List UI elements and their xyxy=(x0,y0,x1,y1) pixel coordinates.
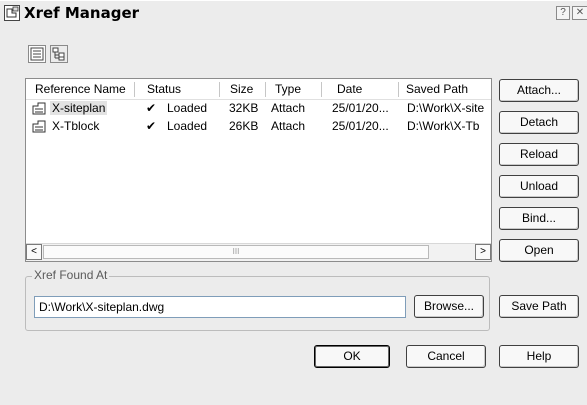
size-text: 26KB xyxy=(229,119,259,133)
cancel-button[interactable]: Cancel xyxy=(406,345,486,368)
horizontal-scrollbar[interactable]: < III > xyxy=(26,243,491,261)
column-header-date[interactable]: Date xyxy=(337,82,362,96)
unload-button[interactable]: Unload xyxy=(499,175,579,198)
scroll-left-icon[interactable]: < xyxy=(26,244,42,260)
xref-found-at-label: Xref Found At xyxy=(32,268,110,282)
close-icon[interactable]: ✕ xyxy=(572,6,587,20)
save-path-button[interactable]: Save Path xyxy=(499,295,579,318)
status-text: Loaded xyxy=(167,101,208,115)
found-at-path-field[interactable]: D:\Work\X-siteplan.dwg xyxy=(34,296,406,318)
column-header-size[interactable]: Size xyxy=(230,82,253,96)
xref-manager-dialog: Xref Manager ? ✕ Reference Name Status S… xyxy=(0,0,587,405)
saved-path-text: D:\Work\X-Tb xyxy=(407,119,480,133)
column-header-reference-name[interactable]: Reference Name xyxy=(35,82,126,96)
status-text: Loaded xyxy=(167,119,208,133)
reference-name: X-siteplan xyxy=(50,101,108,115)
tree-view-button[interactable] xyxy=(50,45,68,63)
list-view-icon xyxy=(30,47,44,61)
scroll-thumb[interactable]: III xyxy=(43,245,429,259)
scroll-right-icon[interactable]: > xyxy=(475,244,491,260)
list-view-button[interactable] xyxy=(28,45,46,63)
date-text: 25/01/20... xyxy=(332,119,389,133)
size-text: 32KB xyxy=(229,101,259,115)
window-title: Xref Manager xyxy=(24,4,140,22)
saved-path-text: D:\Work\X-site xyxy=(407,101,485,115)
detach-button[interactable]: Detach xyxy=(499,111,579,134)
date-text: 25/01/20... xyxy=(332,101,389,115)
list-header: Reference Name Status Size Type Date Sav… xyxy=(26,79,491,100)
xref-attach-icon xyxy=(32,102,46,115)
column-header-saved-path[interactable]: Saved Path xyxy=(406,82,468,96)
xref-attach-icon xyxy=(32,120,46,133)
ok-button[interactable]: OK xyxy=(314,345,390,368)
reload-button[interactable]: Reload xyxy=(499,143,579,166)
table-row[interactable]: X-siteplan ✔ Loaded 32KB Attach 25/01/20… xyxy=(26,100,491,118)
open-button[interactable]: Open xyxy=(499,239,579,262)
type-text: Attach xyxy=(271,119,306,133)
browse-button[interactable]: Browse... xyxy=(414,295,484,318)
tree-view-icon xyxy=(52,47,65,61)
status-check-icon: ✔ xyxy=(146,101,157,115)
status-check-icon: ✔ xyxy=(146,119,157,133)
table-row[interactable]: X-Tblock ✔ Loaded 26KB Attach 25/01/20..… xyxy=(26,118,491,136)
title-bar: Xref Manager ? ✕ xyxy=(0,1,587,25)
help-icon[interactable]: ? xyxy=(556,6,570,20)
bind-button[interactable]: Bind... xyxy=(499,207,579,230)
type-text: Attach xyxy=(271,101,306,115)
column-header-status[interactable]: Status xyxy=(147,82,181,96)
reference-name: X-Tblock xyxy=(52,119,100,133)
help-button[interactable]: Help xyxy=(499,345,579,368)
column-header-type[interactable]: Type xyxy=(275,82,301,96)
attach-button[interactable]: Attach... xyxy=(499,79,579,102)
xref-manager-icon xyxy=(4,5,20,21)
xref-list[interactable]: Reference Name Status Size Type Date Sav… xyxy=(25,78,492,262)
